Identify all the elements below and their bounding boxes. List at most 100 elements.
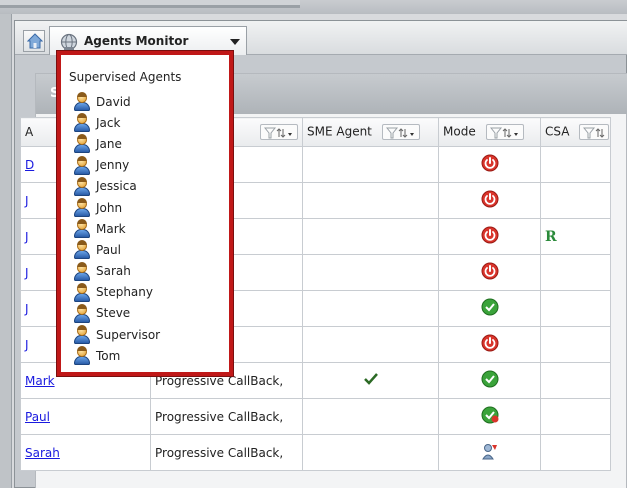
agent-link[interactable]: J (25, 338, 29, 352)
supervised-agents-dropdown: Supervised Agents David Jack Jane Jenny Jess… (57, 51, 233, 376)
csa-cell (540, 182, 611, 219)
agent-link[interactable]: Mark (25, 374, 55, 388)
power-icon (481, 226, 498, 244)
column-header-mode[interactable]: Mode (438, 117, 541, 147)
filter-sort-button[interactable] (381, 124, 420, 140)
ready-warning-icon (481, 406, 498, 424)
csa-cell (540, 290, 611, 327)
column-header-sme-agent[interactable]: SME Agent (302, 117, 439, 147)
supervised-agent-item[interactable]: Stephany (73, 282, 160, 303)
agent-person-icon (73, 282, 91, 302)
column-header-csa[interactable]: CSA (540, 117, 611, 147)
sme-agent-cell (302, 326, 439, 363)
agent-person-icon (73, 219, 91, 239)
power-icon (481, 154, 498, 172)
agent-person-icon (73, 346, 91, 366)
agent-name: Supervisor (96, 327, 161, 342)
supervised-agent-item[interactable]: Steve (73, 303, 160, 324)
supervised-agent-item[interactable]: Sarah (73, 261, 160, 282)
supervised-agent-item[interactable]: Mark (73, 218, 160, 239)
filter-sort-icon (489, 127, 518, 139)
agent-person-icon (73, 92, 91, 112)
supervised-agent-item[interactable]: Jack (73, 112, 160, 133)
outer-left-panel (0, 14, 12, 488)
ready-check-icon (481, 370, 498, 388)
supervised-agent-item[interactable]: Jenny (73, 155, 160, 176)
agent-on-call-icon (481, 444, 497, 460)
service-cell: Progressive CallBack, (150, 398, 303, 435)
agent-name: Jenny (96, 158, 130, 173)
mode-cell (438, 146, 541, 183)
sme-agent-cell (302, 254, 439, 291)
filter-sort-button[interactable] (485, 124, 524, 140)
agent-person-icon (73, 325, 91, 345)
home-icon (27, 33, 43, 49)
mode-cell (438, 218, 541, 255)
toolbar: Agents Monitor (15, 21, 627, 55)
agent-name: Jessica (96, 179, 137, 194)
csa-value: R (545, 228, 557, 245)
power-icon (481, 262, 498, 280)
globe-icon (60, 33, 78, 51)
agent-name: Mark (96, 221, 126, 236)
supervised-agent-item[interactable]: David (73, 91, 160, 112)
supervised-agent-item[interactable]: Jessica (73, 176, 160, 197)
agent-person-icon (73, 134, 91, 154)
mode-cell (438, 362, 541, 399)
agent-person-icon (73, 198, 91, 218)
chevron-down-icon[interactable] (230, 39, 240, 46)
agent-link[interactable]: J (25, 194, 29, 208)
table-row: Paul Progressive CallBack, (20, 398, 611, 435)
csa-cell (540, 398, 611, 435)
home-button[interactable] (23, 30, 45, 52)
filter-sort-button[interactable] (579, 124, 610, 140)
agent-name: Jane (96, 136, 122, 151)
agent-cell[interactable]: Sarah (20, 434, 151, 471)
sme-agent-cell (302, 218, 439, 255)
agent-person-icon (73, 176, 91, 196)
mode-cell (438, 398, 541, 435)
agent-cell[interactable]: Paul (20, 398, 151, 435)
agent-link[interactable]: J (25, 266, 29, 280)
filter-sort-icon (264, 127, 292, 139)
csa-cell (540, 254, 611, 291)
agent-link[interactable]: Paul (25, 410, 50, 424)
supervised-agent-item[interactable]: John (73, 197, 160, 218)
tab-title: Agents Monitor (84, 34, 189, 48)
agent-link[interactable]: D (25, 158, 34, 172)
sme-agent-cell (302, 398, 439, 435)
agent-name: Paul (96, 242, 121, 257)
frame-title-bar (0, 0, 300, 8)
agent-name: John (96, 200, 123, 215)
agent-person-icon (73, 261, 91, 281)
sme-agent-cell (302, 434, 439, 471)
csa-cell (540, 146, 611, 183)
agent-link[interactable]: Sarah (25, 446, 60, 460)
supervised-agent-item[interactable]: Tom (73, 345, 160, 366)
sme-agent-cell (302, 146, 439, 183)
table-row: Sarah Progressive CallBack, (20, 434, 611, 471)
sme-agent-cell (302, 362, 439, 399)
supervised-agent-item[interactable]: Paul (73, 239, 160, 260)
mode-cell (438, 434, 541, 471)
power-icon (481, 190, 498, 208)
filter-sort-icon (583, 127, 605, 139)
agent-name: Steve (96, 306, 131, 321)
agent-name: Jack (96, 115, 121, 130)
agent-person-icon (73, 113, 91, 133)
supervised-agent-item[interactable]: Jane (73, 133, 160, 154)
mode-cell (438, 254, 541, 291)
agent-name: Stephany (96, 285, 153, 300)
csa-cell (540, 434, 611, 471)
agent-link[interactable]: J (25, 230, 29, 244)
mode-cell (438, 182, 541, 219)
dropdown-heading: Supervised Agents (69, 70, 182, 84)
mode-cell (438, 326, 541, 363)
agent-link[interactable]: J (25, 302, 29, 316)
csa-cell: R (540, 218, 611, 255)
sme-agent-cell (302, 290, 439, 327)
filter-sort-icon (385, 127, 414, 139)
filter-sort-button[interactable] (260, 124, 298, 140)
csa-cell (540, 362, 611, 399)
supervised-agent-item[interactable]: Supervisor (73, 324, 160, 345)
